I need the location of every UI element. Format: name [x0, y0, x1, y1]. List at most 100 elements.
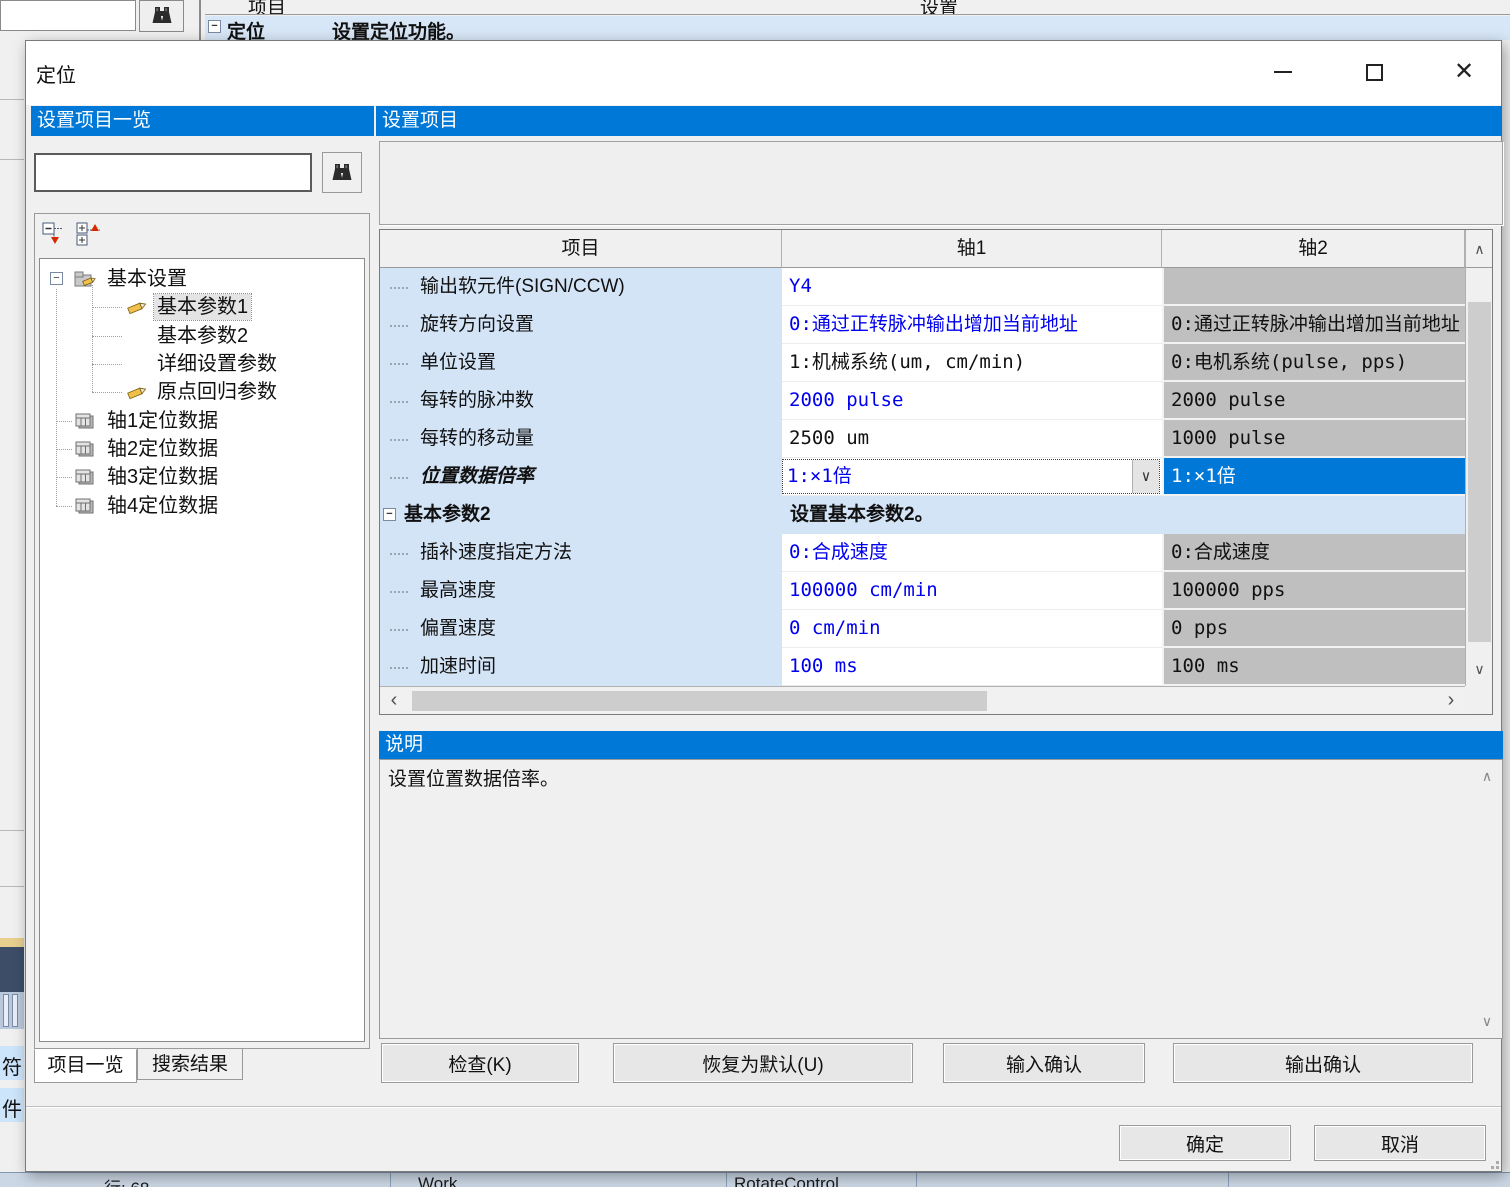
background-column-setting: 设置 [920, 0, 958, 15]
scroll-down-icon[interactable]: ∨ [1475, 1013, 1499, 1030]
close-button[interactable]: ✕ [1435, 51, 1493, 93]
background-panel-divider [199, 0, 201, 40]
background-table-header: 项目 设置 [205, 0, 1510, 15]
table-row-selected: 位置数据倍率 1:×1倍 ∨ 1:×1倍 [380, 458, 1492, 496]
table-row: 单位设置 1:机械系统(um, cm/min) 0:电机系统(pulse, pp… [380, 344, 1492, 382]
axis1-value[interactable]: 100000 cm/min [782, 572, 1162, 610]
axis1-value[interactable]: 0 cm/min [782, 610, 1162, 648]
axis2-value[interactable]: 100000 pps [1162, 572, 1465, 610]
scroll-down-icon[interactable]: ∨ [1466, 652, 1493, 686]
search-button[interactable] [322, 152, 362, 193]
magnification-combobox[interactable]: 1:×1倍 ∨ [782, 459, 1160, 494]
background-left-divider [0, 159, 24, 160]
setting-item-list-panel: − 基本设置 [34, 213, 370, 1049]
horizontal-scrollbar-thumb[interactable] [412, 691, 987, 711]
tree-item-axis3-data[interactable]: 轴3定位数据 [40, 464, 221, 490]
tree-item-home-return-params[interactable]: 原点回归参数 [40, 379, 280, 405]
background-left-divider [0, 886, 24, 887]
collapse-box-icon[interactable]: − [383, 508, 396, 521]
chevron-down-icon[interactable]: ∨ [1132, 460, 1159, 493]
collapse-all-button[interactable] [41, 220, 69, 248]
binoculars-icon [330, 162, 354, 184]
description-scrollbar: ∧ ∨ [1475, 764, 1499, 1034]
description-header: 说明 [379, 731, 1503, 759]
axis2-value[interactable]: 0:通过正转脉冲输出增加当前地址 [1162, 306, 1465, 344]
table-row: 最高速度 100000 cm/min 100000 pps [380, 572, 1492, 610]
data-table-icon [74, 497, 96, 515]
background-side-tab: 件 [0, 1088, 24, 1122]
setting-target-panel [379, 141, 1503, 225]
tree-item-basic-settings[interactable]: − 基本设置 [40, 266, 190, 292]
tree-item-axis4-data[interactable]: 轴4定位数据 [40, 493, 221, 519]
left-panel-header: 设置项目一览 [31, 106, 374, 136]
column-header-axis2: 轴2 [1162, 230, 1465, 268]
axis2-value-selected[interactable]: 1:×1倍 [1162, 458, 1465, 496]
scroll-up-icon[interactable]: ∧ [1466, 230, 1493, 268]
binoculars-icon [150, 5, 174, 27]
minimize-button[interactable] [1254, 51, 1312, 93]
axis1-value[interactable]: 2500 um [782, 420, 1162, 458]
tab-search-results[interactable]: 搜索结果 [137, 1049, 243, 1080]
horizontal-scrollbar: ‹ › [380, 686, 1465, 715]
axis2-value[interactable]: 2000 pulse [1162, 382, 1465, 420]
axis2-value[interactable]: 0 pps [1162, 610, 1465, 648]
scroll-left-icon[interactable]: ‹ [382, 687, 406, 715]
collapse-box-icon[interactable]: − [50, 272, 63, 285]
axis2-value[interactable]: 100 ms [1162, 648, 1465, 686]
axis1-value[interactable]: 2000 pulse [782, 382, 1162, 420]
dialog-title: 定位 [36, 59, 76, 88]
table-row: 旋转方向设置 0:通过正转脉冲输出增加当前地址 0:通过正转脉冲输出增加当前地址 [380, 306, 1492, 344]
background-strip [0, 947, 24, 992]
background-search-button [139, 0, 184, 32]
input-confirm-button[interactable]: 输入确认 [943, 1043, 1145, 1083]
table-row: 每转的脉冲数 2000 pulse 2000 pulse [380, 382, 1492, 420]
background-left-divider [0, 830, 24, 831]
scroll-right-icon[interactable]: › [1439, 687, 1463, 715]
screen: 项目 设置 − 定位 设置定位功能。 符 件 行: 68 Work Rotate… [0, 0, 1510, 1187]
tree-item-basic-param2[interactable]: 基本参数2 [40, 323, 251, 349]
tree-item-detailed-params[interactable]: 详细设置参数 [40, 351, 280, 377]
status-work: Work [418, 1174, 457, 1187]
axis2-value[interactable]: 1000 pulse [1162, 420, 1465, 458]
footer-separator [26, 1106, 1501, 1108]
check-button[interactable]: 检查(K) [381, 1043, 579, 1083]
vertical-scrollbar: ∧ ∨ [1465, 230, 1492, 686]
table-row: 插补速度指定方法 0:合成速度 0:合成速度 [380, 534, 1492, 572]
description-text: 设置位置数据倍率。 [388, 764, 559, 791]
restore-default-button[interactable]: 恢复为默认(U) [613, 1043, 913, 1083]
table-row: 输出软元件(SIGN/CCW) Y4 [380, 268, 1492, 306]
tree-item-axis1-data[interactable]: 轴1定位数据 [40, 408, 221, 434]
background-column-item: 项目 [248, 0, 286, 15]
ok-button[interactable]: 确定 [1119, 1125, 1291, 1161]
cancel-button[interactable]: 取消 [1314, 1125, 1486, 1161]
positioning-dialog: 定位 ✕ 设置项目一览 [25, 40, 1502, 1172]
axis1-value[interactable]: 1:机械系统(um, cm/min) [782, 344, 1162, 382]
tree-item-basic-param1[interactable]: 基本参数1 [40, 294, 251, 320]
table-row: 加速时间 100 ms 100 ms [380, 648, 1492, 686]
search-input[interactable] [34, 153, 312, 192]
axis1-value[interactable]: 0:通过正转脉冲输出增加当前地址 [782, 306, 1162, 344]
axis1-value[interactable]: 100 ms [782, 648, 1162, 686]
axis2-value[interactable]: 0:电机系统(pulse, pps) [1162, 344, 1465, 382]
settings-table: 项目 轴1 轴2 输出软元件(SIGN/CCW) Y4 旋转方向设置 0:通过正… [379, 229, 1493, 715]
vertical-scrollbar-thumb[interactable] [1468, 302, 1491, 642]
axis2-value[interactable]: 0:合成速度 [1162, 534, 1465, 572]
background-side-tab: 符 [0, 1046, 24, 1080]
expand-all-icon [76, 222, 102, 246]
table-header-row: 项目 轴1 轴2 [380, 230, 1492, 268]
axis1-value[interactable]: Y4 [782, 268, 1162, 306]
scroll-up-icon[interactable]: ∧ [1475, 768, 1499, 785]
tab-item-list[interactable]: 项目一览 [34, 1049, 137, 1083]
scrollbar-corner [1465, 686, 1492, 715]
resize-grip[interactable] [1486, 1156, 1499, 1169]
axis2-value[interactable] [1162, 268, 1465, 306]
tree-item-axis2-data[interactable]: 轴2定位数据 [40, 436, 221, 462]
status-rotatecontrol: RotateControl [734, 1174, 839, 1187]
section-description: 设置基本参数2。 [782, 496, 1465, 534]
close-icon: ✕ [1454, 62, 1474, 82]
axis1-value[interactable]: 0:合成速度 [782, 534, 1162, 572]
expand-all-button[interactable] [75, 220, 103, 248]
output-confirm-button[interactable]: 输出确认 [1173, 1043, 1473, 1083]
maximize-button[interactable] [1345, 51, 1403, 93]
minimize-icon [1274, 71, 1292, 73]
